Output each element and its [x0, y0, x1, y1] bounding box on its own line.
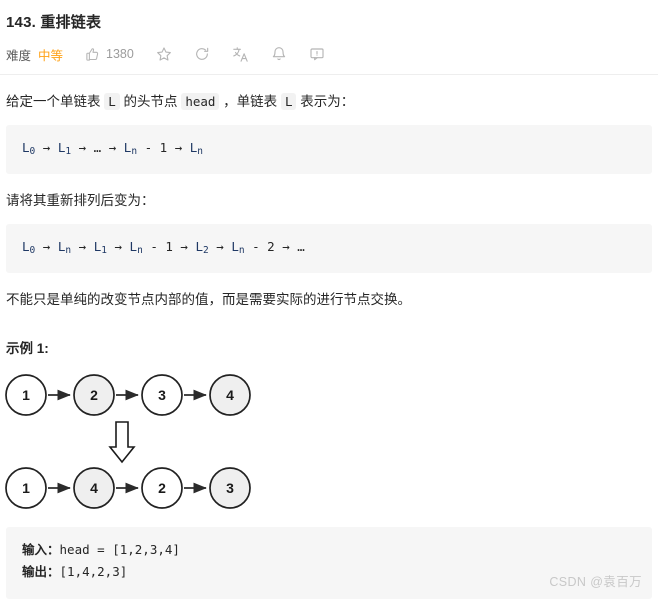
- para1-text-2: 的头节点: [119, 94, 182, 109]
- refresh-icon: [194, 46, 210, 62]
- meta-bar: 难度 中等 1380: [6, 42, 658, 66]
- difficulty-badge: 中等: [38, 48, 64, 63]
- input-line: 输入：head = [1,2,3,4]: [22, 539, 636, 561]
- difficulty-label: 难度: [6, 48, 32, 63]
- input-value: head = [1,2,3,4]: [59, 542, 180, 558]
- linked-list-row-output: 1 4 2 3: [5, 467, 251, 510]
- star-icon: [156, 46, 172, 62]
- code-variable: Ln: [231, 239, 245, 257]
- inline-code-L-1: L: [104, 93, 120, 110]
- like-button[interactable]: 1380: [85, 47, 134, 62]
- linked-list-row-input: 1 2 3 4: [5, 374, 251, 417]
- linked-list-node-label: 4: [90, 480, 98, 496]
- code-variable: L1: [57, 140, 72, 158]
- para1-text-3: ，单链表: [219, 94, 281, 109]
- code-variable: Ln: [129, 239, 143, 257]
- linked-list-diagram: 1 2 3 4 1 4 2 3: [0, 367, 658, 517]
- comment-icon: [309, 46, 325, 62]
- notification-button[interactable]: [271, 46, 287, 62]
- output-line: 输出：[1,4,2,3]: [22, 561, 636, 583]
- linked-list-node-label: 3: [226, 480, 234, 496]
- page-root: 143. 重排链表 难度 中等 1380 给定一个单链表 L 的头节点 head…: [0, 0, 658, 599]
- input-label: 输入：: [22, 543, 60, 558]
- code-variable: Ln: [123, 140, 138, 158]
- watermark: CSDN @袁百万: [549, 575, 642, 590]
- share-button[interactable]: [194, 46, 210, 62]
- code-variable: L1: [93, 239, 107, 257]
- translate-button[interactable]: [232, 46, 249, 63]
- code-variable: L0: [22, 239, 36, 257]
- bell-icon: [271, 46, 287, 62]
- para1-text-1: 给定一个单链表: [6, 94, 105, 109]
- output-label: 输出：: [22, 565, 60, 580]
- example-io-block: 输入：head = [1,2,3,4] 输出：[1,4,2,3] CSDN @袁…: [6, 527, 652, 599]
- linked-list-node-label: 2: [158, 480, 166, 496]
- output-value: [1,4,2,3]: [59, 564, 128, 580]
- diagram-svg: 1 2 3 4 1 4 2 3: [5, 374, 251, 510]
- header-divider: [0, 74, 658, 75]
- code-variable: L2: [195, 239, 209, 257]
- linked-list-node-label: 1: [22, 480, 30, 496]
- down-arrow-icon: [108, 421, 136, 464]
- favorite-button[interactable]: [156, 46, 172, 62]
- code-variable: Ln: [57, 239, 72, 257]
- page-title: 143. 重排链表: [6, 14, 102, 31]
- inline-code-L-2: L: [280, 93, 297, 110]
- example-heading: 示例 1:: [6, 341, 49, 357]
- code-block-rearranged-order: L0 → Ln → L1 → Ln - 1 → L2 → Ln - 2 → …: [6, 224, 652, 274]
- thumbs-up-icon: [85, 47, 100, 62]
- code-variable: Ln: [189, 140, 204, 158]
- constraint-paragraph: 不能只是单纯的改变节点内部的值，而是需要实际的进行节点交换。: [6, 292, 411, 308]
- code-block-original-order: L0 → L1 → … → Ln - 1 → Ln: [6, 125, 652, 175]
- translate-icon: [232, 46, 249, 63]
- linked-list-node-label: 1: [22, 387, 30, 403]
- like-count: 1380: [106, 47, 134, 61]
- para1-text-4: 表示为：: [296, 94, 355, 109]
- rearrange-instruction-paragraph: 请将其重新排列后变为：: [6, 193, 155, 209]
- linked-list-node-label: 4: [226, 387, 234, 403]
- comment-button[interactable]: [309, 46, 325, 62]
- inline-code-head: head: [181, 93, 220, 110]
- linked-list-node-label: 2: [90, 387, 98, 403]
- linked-list-node-label: 3: [158, 387, 166, 403]
- code-variable: L0: [22, 140, 36, 158]
- problem-statement-paragraph: 给定一个单链表 L 的头节点 head ，单链表 L 表示为：: [6, 91, 658, 113]
